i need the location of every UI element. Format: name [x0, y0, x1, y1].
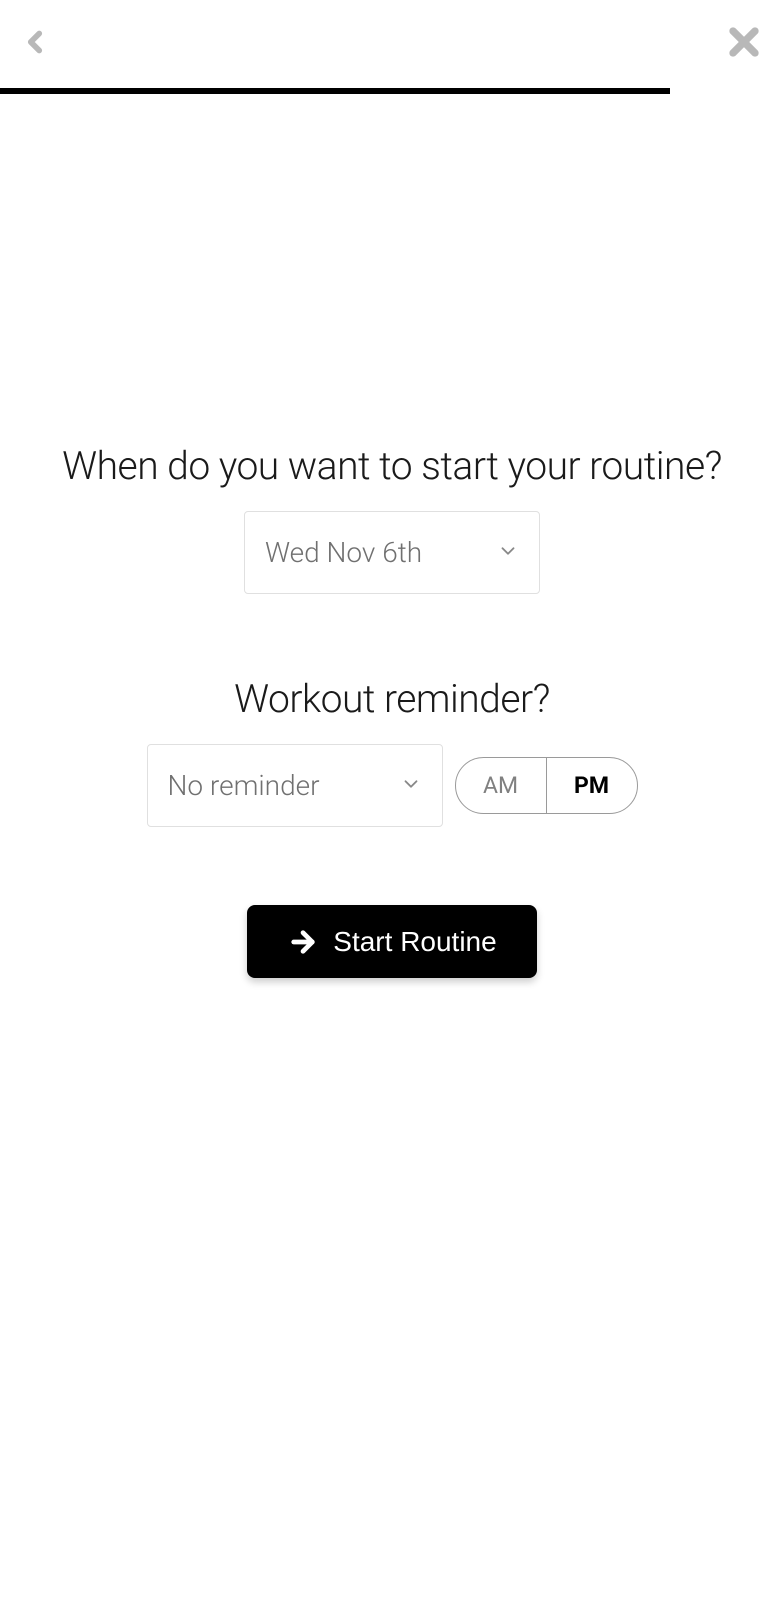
chevron-left-icon — [18, 22, 52, 62]
reminder-question-title: Workout reminder? — [234, 676, 550, 722]
reminder-row: No reminder AM PM — [147, 744, 638, 827]
progress-bar — [0, 88, 670, 94]
reminder-select[interactable]: No reminder — [147, 744, 443, 827]
date-select[interactable]: Wed Nov 6th — [244, 511, 540, 594]
main-content: When do you want to start your routine? … — [0, 88, 784, 978]
start-question-title: When do you want to start your routine? — [62, 443, 722, 489]
arrow-right-icon — [287, 926, 319, 958]
pm-option[interactable]: PM — [547, 758, 637, 813]
ampm-toggle: AM PM — [455, 757, 638, 814]
back-button[interactable] — [10, 14, 60, 74]
chevron-down-icon — [400, 773, 422, 799]
reminder-value: No reminder — [168, 769, 320, 802]
close-icon — [722, 20, 766, 64]
date-value: Wed Nov 6th — [265, 536, 422, 569]
start-routine-button[interactable]: Start Routine — [247, 905, 537, 978]
am-option[interactable]: AM — [456, 758, 547, 813]
header — [0, 0, 784, 88]
start-button-label: Start Routine — [333, 926, 496, 958]
close-button[interactable] — [714, 12, 774, 76]
chevron-down-icon — [497, 540, 519, 566]
